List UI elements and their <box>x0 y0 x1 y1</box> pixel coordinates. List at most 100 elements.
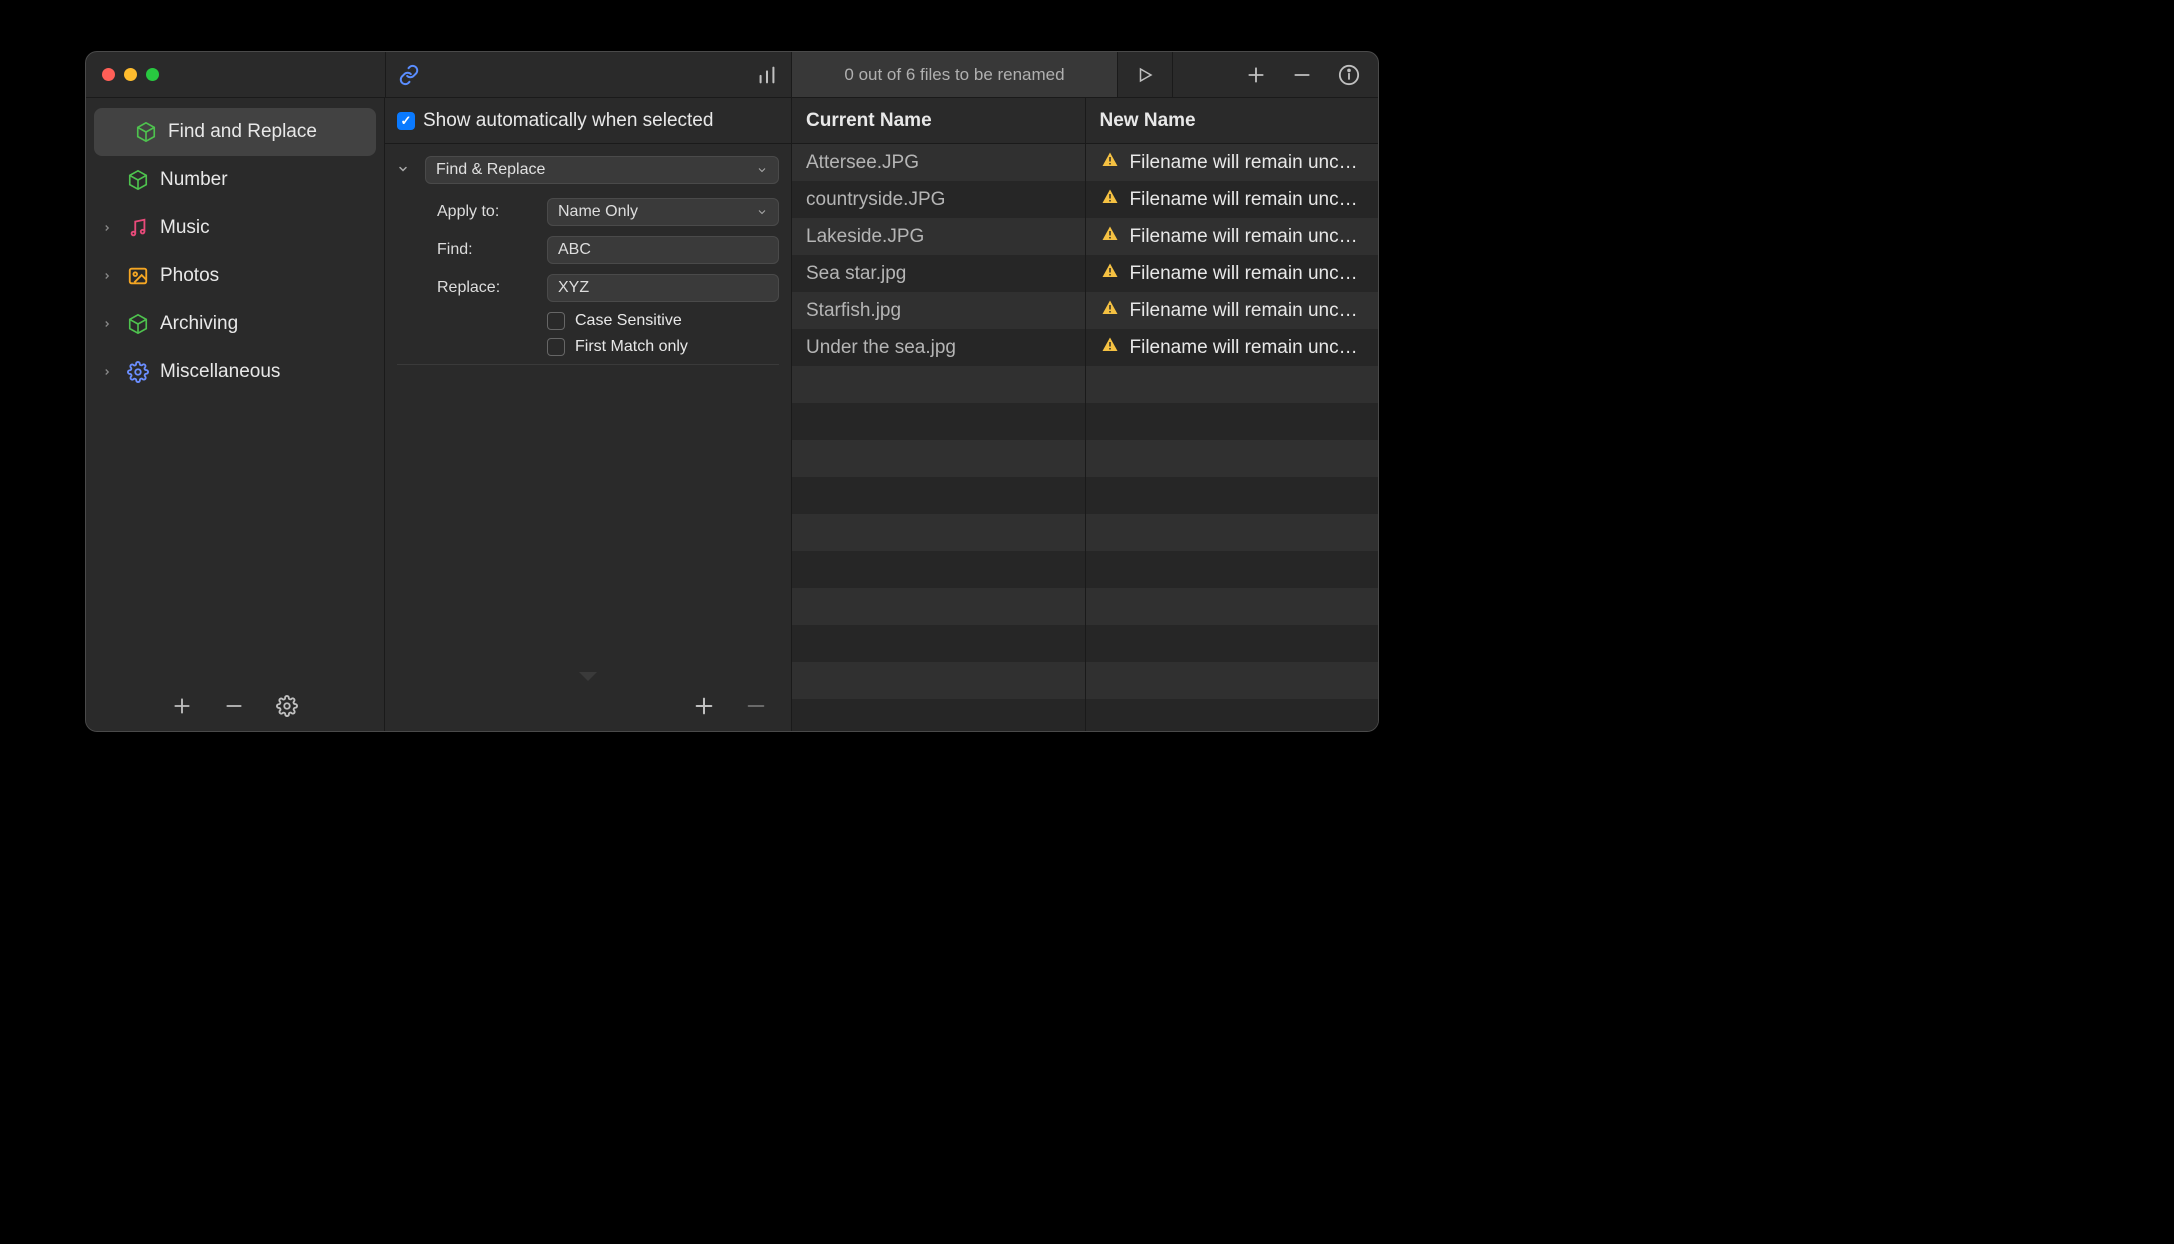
config-header: ✓ Show automatically when selected <box>385 98 791 144</box>
sidebar-list: Find and Replace Number Music Photos Archivi… <box>86 98 384 681</box>
case-sensitive-checkbox[interactable] <box>547 312 565 330</box>
chevron-right-icon[interactable] <box>98 223 116 233</box>
main-area: Find and Replace Number Music Photos Archivi… <box>86 98 1378 731</box>
col-current-name[interactable]: Current Name <box>792 98 1086 143</box>
find-label: Find: <box>437 241 547 259</box>
cell-current-name: Starfish.jpg <box>792 292 1086 329</box>
sidebar-item-find-and-replace[interactable]: Find and Replace <box>94 108 376 156</box>
cell-current-name: countryside.JPG <box>792 181 1086 218</box>
find-row: Find: ABC <box>397 236 779 264</box>
cell-current-name: Sea star.jpg <box>792 255 1086 292</box>
sidebar-item-photos[interactable]: Photos <box>86 252 384 300</box>
table-row-empty <box>792 625 1378 662</box>
table-row[interactable]: Sea star.jpgFilename will remain unc… <box>792 255 1378 292</box>
replace-label: Replace: <box>437 279 547 297</box>
apply-to-select[interactable]: Name Only <box>547 198 779 226</box>
show-auto-checkbox[interactable]: ✓ <box>397 112 415 130</box>
sidebar-item-label: Photos <box>160 265 219 287</box>
replace-value: XYZ <box>558 279 589 297</box>
table-row-empty <box>792 403 1378 440</box>
remove-button[interactable] <box>1292 65 1312 85</box>
show-auto-label: Show automatically when selected <box>423 110 713 132</box>
warning-icon <box>1100 188 1120 212</box>
action-type-value: Find & Replace <box>436 161 545 179</box>
cube-icon <box>126 168 150 192</box>
config-remove-button[interactable] <box>745 695 767 717</box>
minimize-window-button[interactable] <box>124 68 137 81</box>
find-value: ABC <box>558 241 591 259</box>
collapse-icon[interactable] <box>397 162 415 178</box>
sidebar-item-number[interactable]: Number <box>86 156 384 204</box>
table-row-empty <box>792 366 1378 403</box>
app-window: 0 out of 6 files to be renamed <box>85 51 1379 732</box>
col-new-name[interactable]: New Name <box>1086 98 1379 143</box>
titlebar-middle <box>385 52 792 97</box>
cube-icon <box>134 120 158 144</box>
table-row-empty <box>792 440 1378 477</box>
table-row[interactable]: Attersee.JPGFilename will remain unc… <box>792 144 1378 181</box>
cell-current-name: Lakeside.JPG <box>792 218 1086 255</box>
close-window-button[interactable] <box>102 68 115 81</box>
sidebar-remove-button[interactable] <box>224 696 244 716</box>
table-row-empty <box>792 662 1378 699</box>
sidebar-item-label: Archiving <box>160 313 238 335</box>
chevron-right-icon[interactable] <box>98 367 116 377</box>
table-header: Current Name New Name <box>792 98 1378 144</box>
photo-icon <box>126 264 150 288</box>
add-button[interactable] <box>1246 65 1266 85</box>
chevron-right-icon[interactable] <box>98 319 116 329</box>
replace-row: Replace: XYZ <box>397 274 779 302</box>
action-type-select[interactable]: Find & Replace <box>425 156 779 184</box>
table-row-empty <box>792 551 1378 588</box>
cell-current-name: Attersee.JPG <box>792 144 1086 181</box>
titlebar-right: 0 out of 6 files to be renamed <box>792 52 1378 97</box>
find-input[interactable]: ABC <box>547 236 779 264</box>
warning-icon <box>1100 151 1120 175</box>
sidebar-settings-button[interactable] <box>276 695 298 717</box>
sidebar-item-label: Music <box>160 217 210 239</box>
status-text: 0 out of 6 files to be renamed <box>792 52 1118 97</box>
replace-input[interactable]: XYZ <box>547 274 779 302</box>
warning-icon <box>1100 262 1120 286</box>
titlebar-actions <box>1173 64 1378 86</box>
info-button[interactable] <box>1338 64 1360 86</box>
first-match-row: First Match only <box>397 338 779 356</box>
maximize-window-button[interactable] <box>146 68 159 81</box>
warning-icon <box>1100 299 1120 323</box>
cell-new-name: Filename will remain unc… <box>1086 218 1379 255</box>
warning-text: Filename will remain unc… <box>1130 189 1358 211</box>
sidebar-item-music[interactable]: Music <box>86 204 384 252</box>
warning-text: Filename will remain unc… <box>1130 300 1358 322</box>
sidebar-item-miscellaneous[interactable]: Miscellaneous <box>86 348 384 396</box>
sidebar-item-label: Find and Replace <box>168 121 317 143</box>
case-sensitive-label: Case Sensitive <box>575 312 682 330</box>
first-match-label: First Match only <box>575 338 688 356</box>
stats-icon[interactable] <box>755 64 779 86</box>
warning-icon <box>1100 336 1120 360</box>
table-row[interactable]: Lakeside.JPGFilename will remain unc… <box>792 218 1378 255</box>
cell-new-name: Filename will remain unc… <box>1086 181 1379 218</box>
table-row[interactable]: Under the sea.jpg Filename will remain un… <box>792 329 1378 366</box>
config-add-button[interactable] <box>693 695 715 717</box>
table-row-empty <box>792 588 1378 625</box>
sidebar-item-archiving[interactable]: Archiving <box>86 300 384 348</box>
case-sensitive-row: Case Sensitive <box>397 312 779 330</box>
cell-new-name: Filename will remain unc… <box>1086 144 1379 181</box>
table-row[interactable]: countryside.JPG Filename will remain unc… <box>792 181 1378 218</box>
config-body: Find & Replace Apply to: Name Only Find:… <box>385 144 791 681</box>
sidebar-add-button[interactable] <box>172 696 192 716</box>
apply-to-value: Name Only <box>558 203 638 221</box>
apply-to-label: Apply to: <box>437 203 547 221</box>
cell-current-name: Under the sea.jpg <box>792 329 1086 366</box>
link-icon[interactable] <box>398 64 420 86</box>
sidebar-footer <box>86 681 384 731</box>
cube-icon <box>126 312 150 336</box>
run-button[interactable] <box>1118 52 1173 97</box>
chevron-right-icon[interactable] <box>98 271 116 281</box>
warning-text: Filename will remain unc… <box>1130 337 1358 359</box>
first-match-checkbox[interactable] <box>547 338 565 356</box>
table-row[interactable]: Starfish.jpg Filename will remain unc… <box>792 292 1378 329</box>
pointer-notch-icon <box>579 672 597 681</box>
file-table-panel: Current Name New Name Attersee.JPGFilena… <box>792 98 1378 731</box>
cell-new-name: Filename will remain unc… <box>1086 255 1379 292</box>
